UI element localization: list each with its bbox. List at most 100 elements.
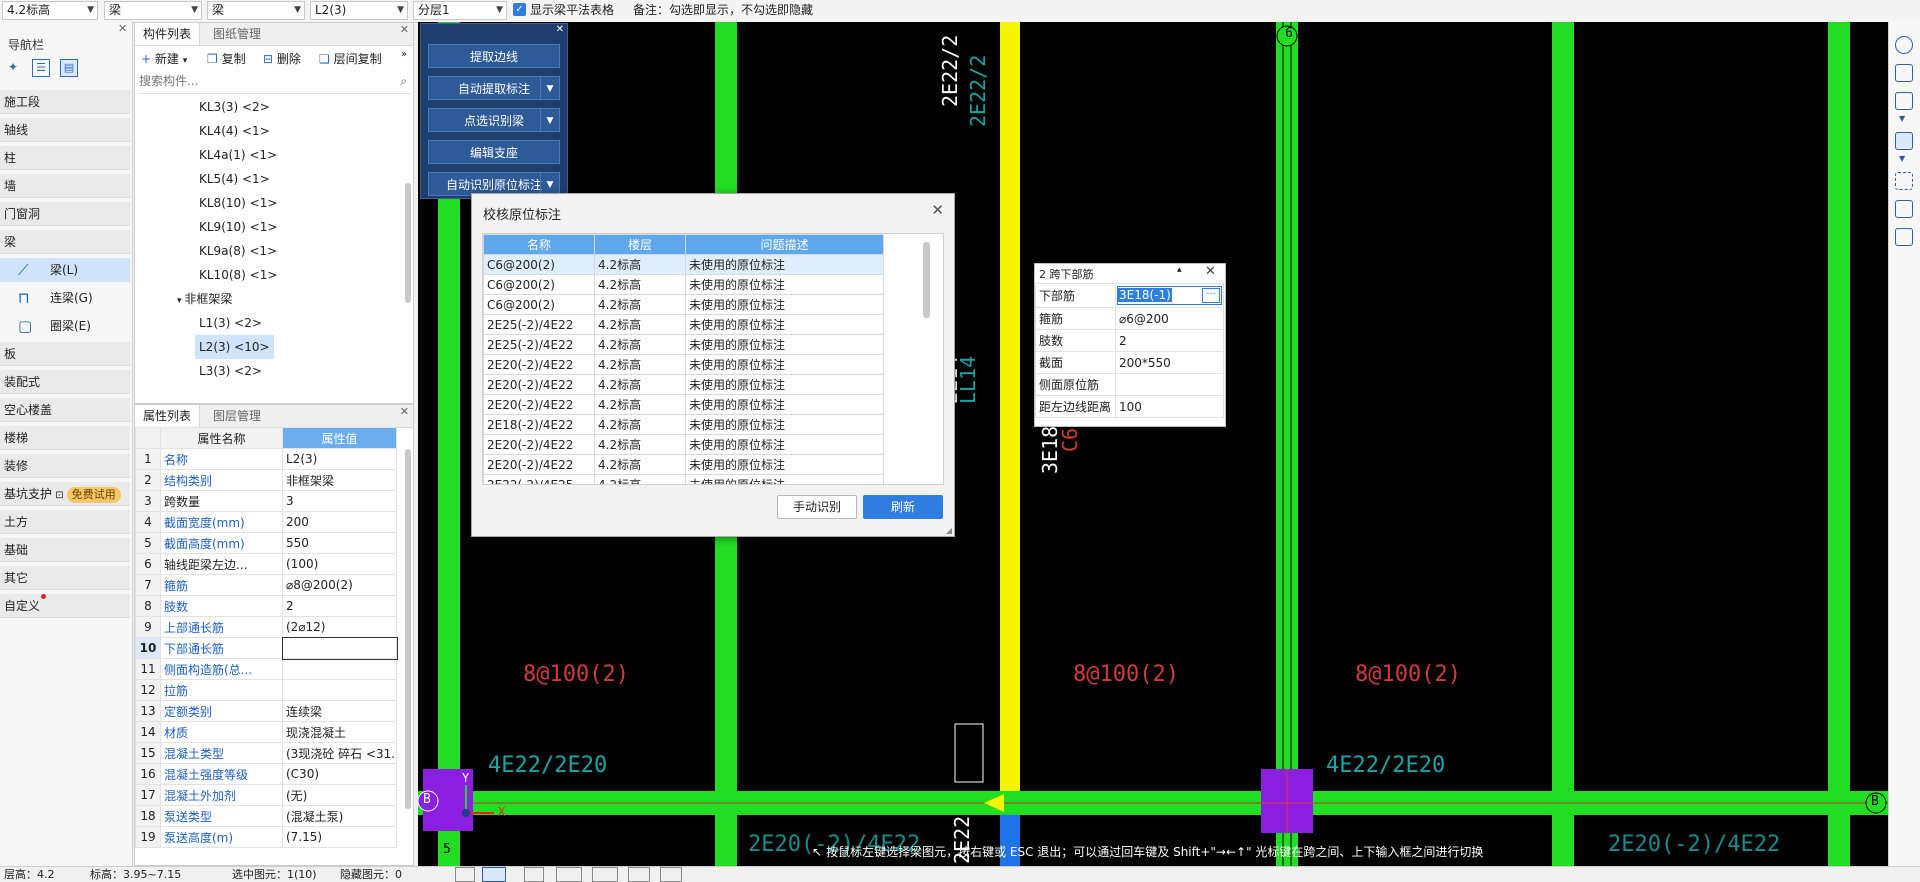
issue-row[interactable]: 2E20(-2)/4E22 4.2标高 未使用的原位标注 xyxy=(483,394,884,415)
span-rebar-row[interactable]: 截面 200*550 xyxy=(1035,351,1224,374)
tree-item[interactable]: KL9(10) <1> xyxy=(199,215,277,239)
tab-layer-management[interactable]: 图层管理 xyxy=(205,405,269,427)
pick-identify-beam-button[interactable]: 点选识别梁 ▼ xyxy=(428,108,560,132)
property-scrollbar[interactable] xyxy=(405,449,411,809)
new-button[interactable]: + 新建 ▾ xyxy=(141,49,187,69)
issue-row[interactable]: C6@200(2) 4.2标高 未使用的原位标注 xyxy=(483,294,884,315)
nav-item[interactable]: 柱 xyxy=(0,146,130,170)
property-row[interactable]: 5 截面高度(mm) 550 xyxy=(135,532,397,554)
span-rebar-value[interactable]: 2 xyxy=(1115,329,1224,352)
tree-item[interactable]: L1(3) <2> xyxy=(199,311,262,335)
bottom-rebar-input[interactable]: 3E18(-1) ··· xyxy=(1117,286,1222,305)
property-row[interactable]: 1 名称 L2(3) xyxy=(135,448,397,470)
nav-item[interactable]: 门窗洞 xyxy=(0,202,130,226)
select-tool-icon[interactable] xyxy=(482,867,506,882)
vertical-rebar-label-cyan[interactable]: LL14 xyxy=(956,356,980,404)
property-row[interactable]: 7 箍筋 ⌀8@200(2) xyxy=(135,574,397,596)
property-row[interactable]: 12 拉筋 xyxy=(135,679,397,701)
issue-row[interactable]: C6@200(2) 4.2标高 未使用的原位标注 xyxy=(483,274,884,295)
show-table-checkbox[interactable]: ✓ xyxy=(513,3,526,16)
property-row[interactable]: 6 轴线距梁左边... (100) xyxy=(135,553,397,575)
nav-item[interactable]: 其它 xyxy=(0,566,130,590)
nav-item[interactable]: 墙 xyxy=(0,174,130,198)
close-icon[interactable]: ✕ xyxy=(400,405,409,418)
tree-item[interactable]: KL8(10) <1> xyxy=(199,191,277,215)
property-value[interactable]: (7.15) xyxy=(282,826,397,848)
tree-group[interactable]: ▾ 非框架梁 xyxy=(177,287,232,311)
type-select[interactable]: 梁 ▼ xyxy=(104,1,202,20)
nav-item[interactable]: 基础 xyxy=(0,538,130,562)
component-search[interactable]: ⌕ xyxy=(137,73,411,94)
fullscreen-icon[interactable] xyxy=(1895,172,1913,190)
span-rebar-row[interactable]: 箍筋 ⌀6@200 xyxy=(1035,307,1224,330)
property-value[interactable]: (3现浇砼 碎石 <31.5... xyxy=(282,742,397,764)
span-rebar-value[interactable] xyxy=(1115,373,1224,396)
stirrup-label[interactable]: 8@100(2) xyxy=(1073,662,1179,687)
component-select[interactable]: L2(3) ▼ xyxy=(310,1,408,20)
nav-item[interactable]: 楼梯 xyxy=(0,426,130,450)
nav-item[interactable]: 装配式 xyxy=(0,370,130,394)
extract-edge-button[interactable]: 提取边线 xyxy=(428,44,560,68)
tree-item[interactable]: KL3(3) <2> xyxy=(199,95,270,119)
property-value[interactable]: ⌀8@200(2) xyxy=(282,574,397,596)
nav-item[interactable]: 空心楼盖 xyxy=(0,398,130,422)
issue-row[interactable]: 2E20(-2)/4E22 4.2标高 未使用的原位标注 xyxy=(483,434,884,455)
tree-item[interactable]: L3(3) <2> xyxy=(199,359,262,383)
green-beam-vertical[interactable] xyxy=(1276,22,1298,866)
nav-item[interactable]: 梁 xyxy=(0,230,130,254)
rebar-label[interactable]: 4E22/2E20 xyxy=(488,753,607,778)
collapse-icon[interactable]: ▴ xyxy=(1177,265,1182,275)
property-row[interactable]: 4 截面宽度(mm) 200 xyxy=(135,511,397,533)
issue-row[interactable]: 2E20(-2)/4E22 4.2标高 未使用的原位标注 xyxy=(483,374,884,395)
property-row[interactable]: 9 上部通长筋 (2⌀12) xyxy=(135,616,397,638)
floor-copy-button[interactable]: ❏ 层间复制 xyxy=(319,49,382,69)
chevron-down-icon[interactable]: ▼ xyxy=(540,109,559,131)
issue-row[interactable]: C6@200(2) 4.2标高 未使用的原位标注 xyxy=(483,254,884,275)
property-value[interactable] xyxy=(282,658,397,680)
tree-item[interactable]: KL10(8) <1> xyxy=(199,263,277,287)
tab-property-list[interactable]: 属性列表 xyxy=(135,405,201,427)
chevron-down-icon[interactable]: ▼ xyxy=(1899,114,1905,123)
tree-item[interactable]: KL4a(1) <1> xyxy=(199,143,277,167)
property-value[interactable]: (C30) xyxy=(282,763,397,785)
vertical-rebar-label[interactable]: 2E22/2 xyxy=(938,35,962,107)
span-rebar-value[interactable]: 3E18(-1) ··· xyxy=(1115,283,1224,308)
close-icon[interactable]: ✕ xyxy=(400,23,409,36)
property-row[interactable]: 19 泵送高度(m) (7.15) xyxy=(135,826,397,848)
copy-button[interactable]: ❐ 复制 xyxy=(207,49,246,69)
delete-button[interactable]: ⊟ 删除 xyxy=(263,49,301,69)
tab-drawing-management[interactable]: 图纸管理 xyxy=(205,23,269,45)
vertical-rebar-label-cyan[interactable]: 2E22/2 xyxy=(966,55,990,127)
issue-row[interactable]: 2E22(-2)/4E25 4.2标高 未使用的原位标注 xyxy=(483,474,884,484)
span-rebar-value[interactable]: 200*550 xyxy=(1115,351,1224,374)
property-row[interactable]: 11 侧面构造筋(总... xyxy=(135,658,397,680)
span-rebar-value[interactable]: ⌀6@200 xyxy=(1115,307,1224,330)
property-value[interactable]: 非框架梁 xyxy=(282,469,397,491)
chevron-down-icon[interactable]: ▼ xyxy=(540,77,559,99)
chevron-down-icon[interactable]: ▼ xyxy=(540,173,559,195)
cube-view-icon[interactable] xyxy=(1895,92,1913,110)
issue-list-scrollbar[interactable] xyxy=(923,242,930,318)
span-rebar-row[interactable]: 肢数 2 xyxy=(1035,329,1224,352)
property-value[interactable]: 2 xyxy=(282,595,397,617)
property-row[interactable]: 8 肢数 2 xyxy=(135,595,397,617)
edit-support-button[interactable]: 编辑支座 xyxy=(428,140,560,164)
detail-view-icon[interactable]: ▤ xyxy=(60,59,78,77)
issue-column-header[interactable]: 名称 xyxy=(483,234,595,255)
span-rebar-value[interactable]: 100 xyxy=(1115,395,1224,418)
auto-extract-label-button[interactable]: 自动提取标注 ▼ xyxy=(428,76,560,100)
close-icon[interactable]: ✕ xyxy=(118,22,127,35)
list-view-icon[interactable]: ☰ xyxy=(32,59,50,77)
sparkle-icon[interactable]: ✦ xyxy=(8,60,18,74)
search-input[interactable] xyxy=(137,73,381,89)
property-row[interactable]: 18 泵送类型 (混凝土泵) xyxy=(135,805,397,827)
cross-tool-icon[interactable] xyxy=(524,867,544,882)
issue-row[interactable]: 2E20(-2)/4E22 4.2标高 未使用的原位标注 xyxy=(483,454,884,475)
green-beam-vertical[interactable] xyxy=(1828,22,1850,866)
property-value[interactable]: 现浇混凝土 xyxy=(282,721,397,743)
floor-select[interactable]: 4.2标高 ▼ xyxy=(2,1,98,20)
issue-row[interactable]: 2E25(-2)/4E22 4.2标高 未使用的原位标注 xyxy=(483,314,884,335)
issue-column-header[interactable]: 楼层 xyxy=(594,234,686,255)
close-icon[interactable]: ✕ xyxy=(1205,264,1216,279)
nav-item[interactable]: 土方 xyxy=(0,510,130,534)
